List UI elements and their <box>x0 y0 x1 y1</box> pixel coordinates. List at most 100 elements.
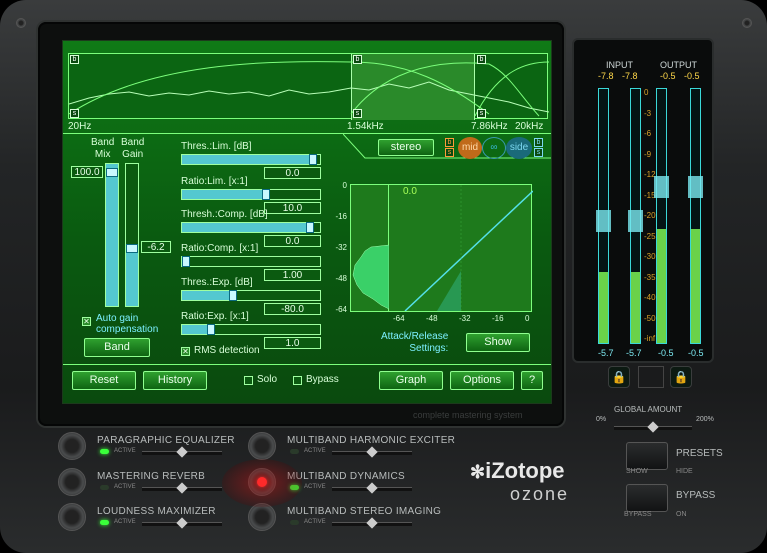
link-icon[interactable]: ∞ <box>482 137 506 159</box>
graph-x-tick: 0 <box>525 314 530 323</box>
module-amount-knob[interactable] <box>176 517 188 529</box>
band-gain-value[interactable]: -6.2 <box>141 241 171 253</box>
param-slider[interactable] <box>181 154 321 165</box>
output-fader-left[interactable] <box>654 176 669 198</box>
band-mix-value[interactable]: 100.0 <box>71 166 103 178</box>
input-meter-fill <box>599 271 608 343</box>
module-name[interactable]: MULTIBAND STEREO IMAGING <box>287 506 441 517</box>
module-active-led[interactable] <box>100 485 109 490</box>
param-value[interactable]: 0.0 <box>264 167 321 179</box>
band-1-solo-marker[interactable]: s <box>70 109 79 118</box>
param-value[interactable]: 1.0 <box>264 337 321 349</box>
param-slider[interactable] <box>181 324 321 335</box>
param-slider[interactable] <box>181 290 321 301</box>
band-4-bypass-marker[interactable]: b <box>477 55 486 64</box>
param-slider[interactable] <box>181 222 321 233</box>
band-3-solo-marker[interactable]: s <box>353 109 362 118</box>
module-name[interactable]: PARAGRAPHIC EQUALIZER <box>97 435 235 446</box>
param-value[interactable]: 0.0 <box>264 235 321 247</box>
output-fader-right[interactable] <box>688 176 703 198</box>
meter-scale-tick: -6 <box>644 129 652 138</box>
tagline: complete mastering system <box>413 410 523 420</box>
band-button[interactable]: Band <box>84 338 150 357</box>
module-select-knob[interactable] <box>58 468 86 496</box>
options-button[interactable]: Options <box>450 371 514 390</box>
param-slider-knob[interactable] <box>262 189 271 200</box>
module-active-led[interactable] <box>100 449 109 454</box>
mid-channel-button[interactable]: mid <box>458 137 482 159</box>
param-slider-knob[interactable] <box>309 154 318 165</box>
band-4-solo-marker[interactable]: s <box>477 109 486 118</box>
module-amount-knob[interactable] <box>366 482 378 494</box>
meter-mode-icon[interactable] <box>638 366 664 388</box>
band-mix-fader[interactable] <box>105 163 119 307</box>
side-channel-button[interactable]: side <box>506 137 532 159</box>
show-attack-release-button[interactable]: Show <box>466 333 530 352</box>
module-amount-knob[interactable] <box>176 446 188 458</box>
side-bypass-marker[interactable]: b <box>534 138 543 147</box>
param-slider[interactable] <box>181 189 321 200</box>
input-peak-right: -7.8 <box>622 71 638 81</box>
module-select-knob[interactable] <box>248 432 276 460</box>
auto-gain-label: Auto gain compensation <box>96 313 159 335</box>
module-select-knob[interactable] <box>248 503 276 531</box>
graph-x-tick: -64 <box>393 314 405 323</box>
side-solo-marker[interactable]: s <box>534 148 543 157</box>
band-gain-knob[interactable] <box>126 244 138 253</box>
param-value[interactable]: 1.00 <box>264 269 321 281</box>
band-1-bypass-marker[interactable]: b <box>70 55 79 64</box>
meter-scale-tick: -9 <box>644 149 652 159</box>
input-fader-right[interactable] <box>628 210 643 232</box>
module-active-led[interactable] <box>100 520 109 525</box>
mid-solo-marker[interactable]: s <box>445 148 454 157</box>
graph-button[interactable]: Graph <box>379 371 443 390</box>
param-slider-knob[interactable] <box>306 222 315 233</box>
output-meter-left <box>656 88 667 344</box>
module-active-led[interactable] <box>290 449 299 454</box>
module-active-led[interactable] <box>290 520 299 525</box>
module-name[interactable]: MULTIBAND DYNAMICS <box>287 471 405 482</box>
help-button[interactable]: ? <box>521 371 543 390</box>
param-slider-knob[interactable] <box>207 324 216 335</box>
auto-gain-checkbox[interactable]: ✕ <box>82 317 91 326</box>
output-link-icon[interactable]: 🔒 <box>670 366 692 388</box>
band-mix-knob[interactable] <box>106 168 118 177</box>
param-value[interactable]: -80.0 <box>264 303 321 315</box>
module-name[interactable]: LOUDNESS MAXIMIZER <box>97 506 216 517</box>
input-fader-left[interactable] <box>596 210 611 232</box>
band-3-bypass-marker[interactable]: b <box>353 55 362 64</box>
presets-button[interactable] <box>626 442 668 470</box>
meter-scale-tick: -3 <box>644 108 652 118</box>
param-label: Ratio:Comp. [x:1] <box>181 243 259 254</box>
band-gain-fader[interactable] <box>125 163 139 307</box>
history-button[interactable]: History <box>143 371 207 390</box>
meter-scale-tick: -inf <box>644 334 656 343</box>
module-amount-knob[interactable] <box>366 446 378 458</box>
param-slider[interactable] <box>181 256 321 267</box>
graph-y-tick: -16 <box>335 212 347 221</box>
module-select-knob[interactable] <box>58 432 86 460</box>
rms-detection-checkbox[interactable]: ✕ <box>181 347 190 356</box>
solo-checkbox[interactable] <box>244 376 253 385</box>
module-amount-knob[interactable] <box>366 517 378 529</box>
module-name[interactable]: MASTERING REVERB <box>97 471 205 482</box>
spectrum-analyzer[interactable]: b s b s b s <box>68 53 549 120</box>
solo-label: Solo <box>257 374 278 385</box>
stereo-button[interactable]: stereo <box>378 139 434 156</box>
input-link-icon[interactable]: 🔒 <box>608 366 630 388</box>
dynamics-graph[interactable]: 0.0 <box>350 184 533 312</box>
module-name[interactable]: MULTIBAND HARMONIC EXCITER <box>287 435 455 446</box>
param-value[interactable]: 10.0 <box>264 202 321 214</box>
global-amount-knob[interactable] <box>647 421 659 433</box>
param-slider-knob[interactable] <box>182 256 190 267</box>
input-label: INPUT <box>606 60 633 70</box>
meter-scale-tick: -35 <box>644 272 656 282</box>
main-display: b s b s b s 20Hz 1.54kHz 7.86kHz 20kHz B… <box>62 40 552 404</box>
module-amount-knob[interactable] <box>176 482 188 494</box>
param-slider-knob[interactable] <box>229 290 238 301</box>
mid-bypass-marker[interactable]: b <box>445 138 454 147</box>
reset-button[interactable]: Reset <box>72 371 136 390</box>
module-select-knob[interactable] <box>58 503 86 531</box>
bypass-checkbox[interactable] <box>293 376 302 385</box>
bypass-button[interactable] <box>626 484 668 512</box>
